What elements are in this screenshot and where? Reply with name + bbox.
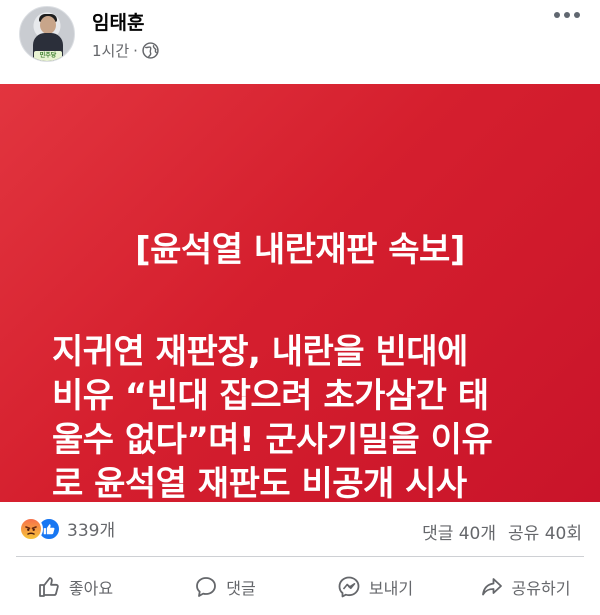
avatar[interactable]: 민주당 [19,6,75,62]
divider [16,556,584,557]
reaction-summary[interactable]: 339개 [19,516,115,541]
post-header: 민주당 임태훈 1시간 · [0,0,600,84]
send-button[interactable]: 보내기 [300,558,450,615]
more-dot-icon [554,12,560,18]
post-time[interactable]: 1시간 [92,40,129,61]
globe-icon[interactable] [142,42,159,59]
more-options-button[interactable] [554,12,580,18]
comment-count[interactable]: 댓글 40개 [422,519,496,544]
comment-label: 댓글 [226,578,256,598]
avatar-sign: 민주당 [34,51,62,61]
like-label: 좋아요 [68,578,114,598]
more-dot-icon [564,12,570,18]
share-button[interactable]: 공유하기 [450,558,600,615]
messenger-icon [338,576,360,597]
send-label: 보내기 [368,578,414,598]
banner-line: 로 윤석열 재판도 비공개 시사 [52,464,467,504]
action-bar: 좋아요 댓글 보내기 공유하기 [0,558,600,615]
banner-line: 비유 “빈대 잡으려 초가삼간 태 [52,376,489,416]
engagement-counts: 댓글 40개 공유 40회 [422,519,582,544]
share-count[interactable]: 공유 40회 [508,519,582,544]
post-stats: 339개 댓글 40개 공유 40회 [0,510,600,548]
banner-line: 지귀연 재판장, 내란을 빈대에 [52,332,468,372]
avatar-head [40,16,56,34]
reaction-count: 339개 [67,521,116,541]
post-banner[interactable]: [윤석열 내란재판 속보] 지귀연 재판장, 내란을 빈대에 비유 “빈대 잡으… [0,84,600,504]
banner-title: [윤석열 내란재판 속보] [135,230,465,270]
angry-reaction-icon [19,516,43,541]
meta-separator: · [133,41,138,60]
comment-icon [196,576,217,597]
share-icon [481,577,502,595]
like-icon [39,576,59,597]
like-button[interactable]: 좋아요 [0,558,150,615]
more-dot-icon [574,12,580,18]
post-meta: 1시간 · [92,40,159,61]
author-name[interactable]: 임태훈 [92,8,144,35]
share-label: 공유하기 [511,578,571,598]
banner-body: 지귀연 재판장, 내란을 빈대에 비유 “빈대 잡으려 초가삼간 태 울수 없다… [52,330,552,506]
comment-button[interactable]: 댓글 [150,558,300,615]
banner-line: 울수 없다”며! 군사기밀을 이유 [52,420,493,460]
